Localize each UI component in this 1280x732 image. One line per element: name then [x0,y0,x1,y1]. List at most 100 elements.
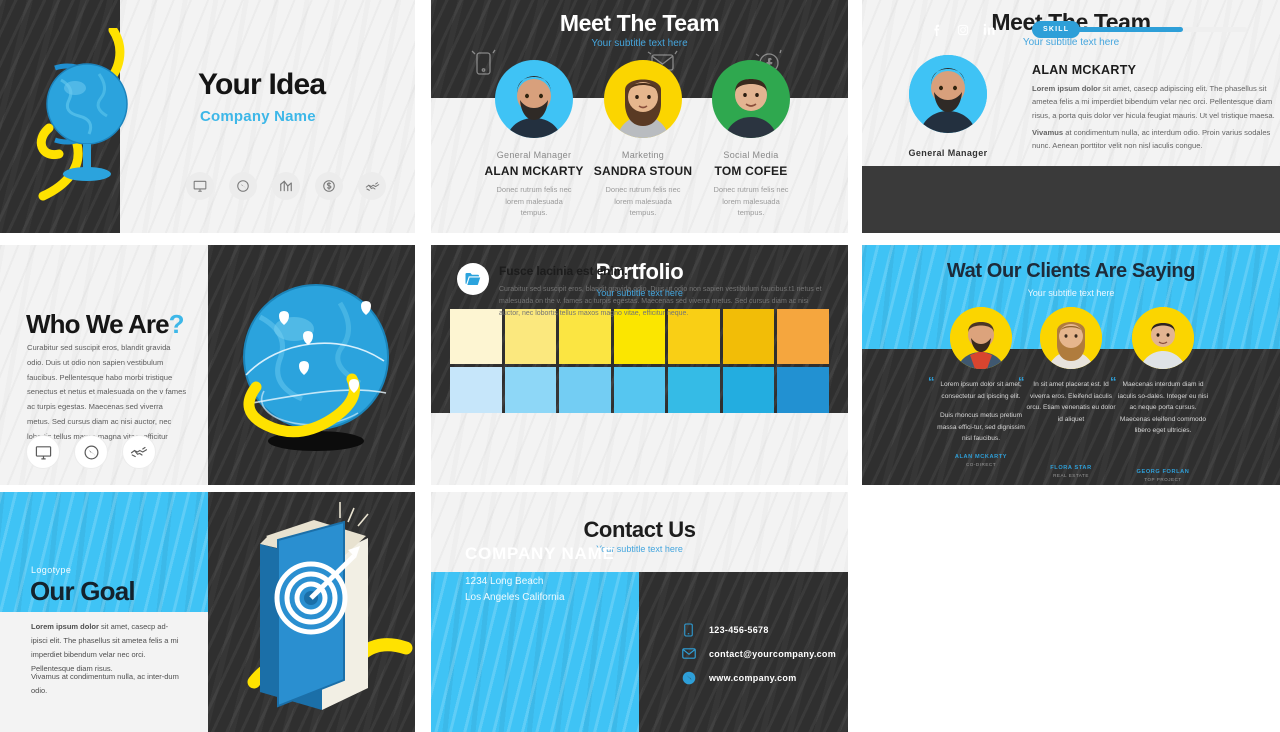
avatar [950,307,1012,369]
website-value: www.company.com [709,672,797,683]
testimonial-author: GEORG FORLAN [1136,468,1190,475]
paragraph-2-text: at condimentum nulla, ac interdum odio. … [1032,128,1271,151]
member-description: Donec rutrum felis nec lorem malesuada t… [605,185,681,218]
book-target-illustration [247,502,413,710]
page-title: Meet The Team [559,10,720,36]
team-member-card[interactable]: Social Media TOM COFEE Donec rutrum feli… [693,60,809,219]
skill-progress[interactable]: SKILL [1032,21,1247,38]
avatar [495,60,573,138]
page-title: Portfolio [595,259,684,284]
slide-our-goal[interactable]: Logotype Our Goal Lorem ipsum dolor sit … [0,492,415,732]
profile-paragraph-2: Vivamus at condimentum nulla, ac interdu… [1032,126,1280,153]
page-subtitle: Your subtitle text here [1022,37,1120,48]
handshake-icon[interactable] [122,435,156,469]
facebook-icon[interactable] [932,22,943,41]
empty-slide-slot [862,492,1280,732]
quote-icon: “ [1110,374,1117,389]
page-title: Wat Our Clients Are Saying [946,260,1196,282]
member-role: Social Media [723,150,779,160]
avatar [1132,307,1194,369]
slide5-footer [431,413,848,485]
slide-meet-the-team-grid[interactable]: Meet The Team Your subtitle text here Ge… [431,0,848,233]
slide-testimonials[interactable]: Wat Our Clients Are Saying Your subtitle… [862,245,1280,485]
body-paragraph-2: Vivamus at condimentum nulla, ac inter-d… [31,672,179,695]
company-address: 1234 Long Beach Los Angeles California [465,574,565,605]
page-title: Your Idea [198,68,326,101]
instagram-icon[interactable] [957,23,969,41]
slide-meet-the-team-profile[interactable]: Meet The Team Your subtitle text here Ge… [862,0,1280,233]
testimonial-role: TOP PROJECT [1144,476,1182,482]
team-member-card[interactable]: General Manager ALAN MCKARTY Donec rutru… [476,60,592,219]
testimonial-card[interactable]: “Maecenas interdum diam id iaculis so-da… [1100,307,1226,482]
slide7-dark-panel [208,492,415,732]
linkedin-icon[interactable] [983,23,996,41]
avatar [909,55,987,133]
team-member-card[interactable]: Marketing SANDRA STOUN Donec rutrum feli… [585,60,701,219]
member-role: General Manager [908,148,988,158]
body-1-lead: Lorem ipsum dolor [31,622,99,631]
page-title: Our Goal [30,576,136,606]
portfolio-color-grid[interactable] [450,309,829,421]
paragraph-1-lead: Lorem ipsum dolor [1032,84,1101,93]
slide4-dark-panel [208,245,415,485]
profile-paragraph-1: Lorem ipsum dolor sit amet, casecp adipi… [1032,82,1280,122]
paragraph-2-lead: Vivamus [1032,128,1064,137]
slide-who-we-are[interactable]: Who We Are? Curabitur sed suscipit eros,… [0,245,415,485]
slide3-dark-footer [862,166,1280,233]
quote-icon: “ [928,374,935,389]
feature-icon-row [186,172,386,200]
page-subtitle: Your subtitle text here [1027,288,1115,298]
phone-value: 123-456-5678 [709,624,769,635]
mail-icon [681,646,696,661]
feature-icon-row [26,435,156,469]
skill-badge: SKILL [1032,21,1081,38]
footer-body: Curabitur sed suscipit eros, blandit gra… [499,286,822,317]
globe-icon [681,670,696,685]
slide-deck-contact-sheet: Your Idea Company Name Meet The Team You… [0,0,1280,732]
dollar-icon[interactable] [315,172,343,200]
address-line-1: 1234 Long Beach [465,576,544,587]
slide-portfolio[interactable]: Portfolio Your subtitle text here Fusce … [431,245,848,485]
page-title: Who We Are? [26,309,185,340]
member-role: General Manager [496,150,572,160]
member-name: SANDRA STOUN [593,164,693,178]
folder-icon[interactable] [457,263,489,295]
avatar [712,60,790,138]
member-name: ALAN MCKARTY [484,164,584,178]
contact-email-row[interactable]: contact@yourcompany.com [681,646,836,661]
company-name: COMPANY NAME [465,544,615,563]
testimonial-quote-1: “Maecenas interdum diam id iaculis so-da… [1100,375,1226,437]
portfolio-cell-top-1[interactable] [450,309,502,364]
monitor-icon[interactable] [26,435,60,469]
contact-phone-row[interactable]: 123-456-5678 [681,622,769,637]
contact-website-row[interactable]: www.company.com [681,670,797,685]
network-globe-illustration [243,284,389,451]
slide-your-idea[interactable]: Your Idea Company Name [0,0,415,233]
logotype-label: Logotype [31,565,72,575]
quote-icon: “ [1018,374,1025,389]
avatar [1040,307,1102,369]
social-links-row [932,22,996,41]
globe-illustration [25,25,150,203]
member-name: TOM COFEE [714,164,788,178]
company-name-label: Company Name [200,108,316,125]
page-title-text: Who We Are [26,309,170,339]
avatar [604,60,682,138]
handshake-icon[interactable] [358,172,386,200]
body-paragraph-1: Lorem ipsum dolor sit amet, casecp ad-ip… [31,620,179,676]
globe-icon[interactable] [74,435,108,469]
address-line-2: Los Angeles California [465,591,565,603]
monitor-icon[interactable] [186,172,214,200]
member-description: Donec rutrum felis nec lorem malesuada t… [713,185,789,218]
quote-text: Maecenas interdum diam id iaculis so-dal… [1117,381,1209,435]
phone-icon [681,622,696,637]
member-description: Donec rutrum felis nec lorem malesuada t… [496,185,572,218]
email-value: contact@yourcompany.com [709,648,837,659]
slide-contact-us[interactable]: Contact Us Your subtitle text here COMPA… [431,492,848,732]
member-name: ALAN MCKARTY [1032,63,1137,77]
globe-icon[interactable] [229,172,257,200]
question-mark: ? [168,309,185,339]
analytics-icon[interactable] [272,172,300,200]
footer-heading: Fusce lacinia est enim. [499,264,628,278]
page-title: Contact Us [583,517,696,542]
